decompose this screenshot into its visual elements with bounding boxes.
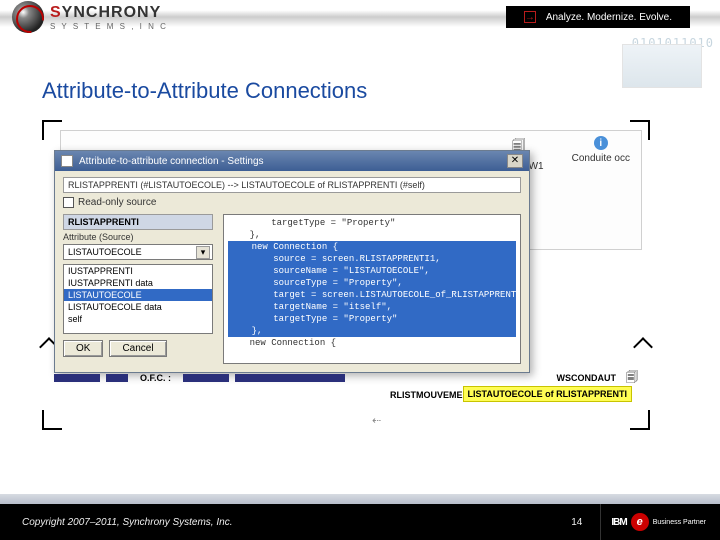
object-conduite[interactable]: i Conduite occ [572,136,630,164]
field-bar [54,374,100,382]
attribute-combo[interactable]: LISTAUTOECOLE [63,244,213,260]
code-editor[interactable]: targetType = "Property" }, new Connectio… [223,214,521,364]
dialog-body: RLISTAPPRENTI (#LISTAUTOECOLE) --> LISTA… [55,171,529,372]
source-column: RLISTAPPRENTI Attribute (Source) LISTAUT… [63,214,213,357]
designer-bottom-bar: O.F.C. : WSCONDAUT 🗐 [54,370,638,386]
tagline-arrow-icon: → [524,11,536,23]
logo-text: SYNCHRONY [50,4,168,22]
e-business-icon: e [631,513,649,531]
ofc-label: O.F.C. : [134,373,177,383]
brand-header: SYNCHRONY S Y S T E M S , I N C → Analyz… [0,0,720,34]
logo-rest: YNCHRONY [62,4,162,21]
field-bar [183,374,229,382]
code-column: targetType = "Property" }, new Connectio… [223,214,521,364]
list-item[interactable]: IUSTAPPRENTI [64,265,212,277]
list-item[interactable]: LISTAUTOECOLE [64,289,212,301]
code-selection: new Connection { source = screen.RLISTAP… [228,241,516,337]
target-highlight[interactable]: LISTAUTOECOLE of RLISTAPPRENTI [463,386,633,402]
logo: SYNCHRONY S Y S T E M S , I N C [0,1,168,33]
crop-mark-icon [42,120,62,140]
logo-accent: S [50,4,62,21]
crop-mark-icon [42,410,62,430]
source-group-header: RLISTAPPRENTI [63,214,213,230]
code-line: new Connection { [228,337,516,349]
code-line: targetType = "Property" }, [228,217,516,241]
close-button[interactable]: ✕ [507,154,523,168]
dialog-title-text: Attribute-to-attribute connection - Sett… [79,156,264,167]
settings-dialog: Attribute-to-attribute connection - Sett… [54,150,530,373]
logo-subtitle: S Y S T E M S , I N C [50,22,168,31]
decor-people-image [622,44,702,88]
ibm-logo-text: IBM [611,517,626,528]
dialog-app-icon [61,155,73,167]
list-item[interactable]: self [64,313,212,325]
logo-mark-icon [12,1,44,33]
wscondaut-label: WSCONDAUT [557,373,617,383]
checkbox-icon[interactable] [63,197,74,208]
field-bar [106,374,128,382]
tagline-text: Analyze. Modernize. Evolve. [546,12,672,23]
dialog-titlebar[interactable]: Attribute-to-attribute connection - Sett… [55,151,529,171]
tagline: → Analyze. Modernize. Evolve. [506,6,690,28]
logo-text-wrap: SYNCHRONY S Y S T E M S , I N C [50,4,168,31]
slide-footer: Copyright 2007–2011, Synchrony Systems, … [0,504,720,540]
crop-mark-icon [633,337,653,357]
crop-mark-icon [630,410,650,430]
readonly-checkbox-row[interactable]: Read-only source [63,197,521,208]
copyright-text: Copyright 2007–2011, Synchrony Systems, … [22,517,232,528]
business-partner-text: Business Partner [653,519,706,526]
attribute-source-label: Attribute (Source) [63,232,213,242]
list-item[interactable]: IUSTAPPRENTI data [64,277,212,289]
slide-title: Attribute-to-Attribute Connections [0,34,720,112]
info-icon: i [594,136,608,150]
readonly-label: Read-only source [78,197,156,208]
object-label: Conduite occ [572,153,630,164]
footer-stripe [0,494,720,504]
cancel-button[interactable]: Cancel [109,340,166,357]
field-bar [235,374,345,382]
arrow-left-icon: ⇠ [372,414,381,427]
ibm-partner-badge: IBM e Business Partner [600,504,706,540]
page-number: 14 [571,517,600,528]
figure-canvas: 🗐 RTARIFW1 i Conduite occ Attribute-to-a… [42,120,650,460]
ok-button[interactable]: OK [63,340,103,357]
connection-path-field[interactable]: RLISTAPPRENTI (#LISTAUTOECOLE) --> LISTA… [63,177,521,193]
dialog-button-row: OK Cancel [63,340,213,357]
list-item[interactable]: LISTAUTOECOLE data [64,301,212,313]
attribute-listbox[interactable]: IUSTAPPRENTI IUSTAPPRENTI data LISTAUTOE… [63,264,213,334]
